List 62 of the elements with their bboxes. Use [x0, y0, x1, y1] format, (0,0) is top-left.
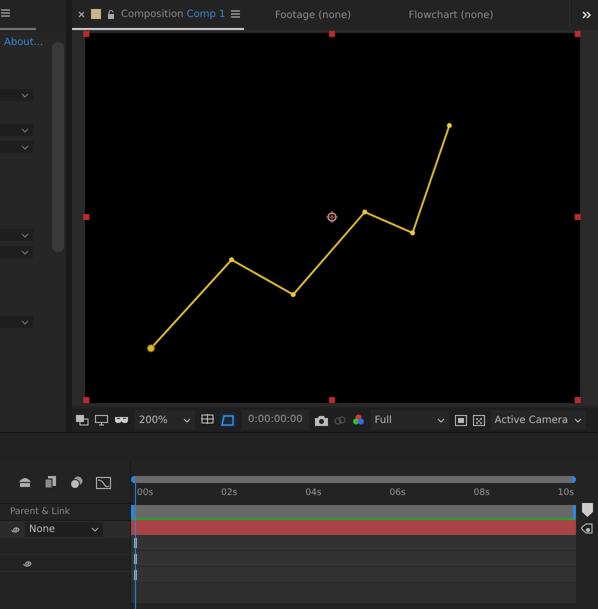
- region-icon[interactable]: [454, 414, 467, 426]
- color-swatch-icon: [91, 9, 101, 19]
- chevron-down-icon: [21, 320, 29, 326]
- dropdown[interactable]: [0, 316, 33, 328]
- ruler-label: 10s: [558, 488, 574, 498]
- dropdown[interactable]: [0, 228, 33, 241]
- monitor-icon[interactable]: [95, 414, 108, 426]
- transform-handle[interactable]: [83, 397, 90, 403]
- camera-dropdown[interactable]: Active Camera: [490, 410, 586, 430]
- menu-icon[interactable]: [1, 9, 10, 17]
- close-icon[interactable]: [78, 10, 85, 18]
- ruler-label: 06s: [389, 488, 406, 498]
- transform-handle[interactable]: [329, 397, 335, 403]
- timecode-field[interactable]: 0:00:00:00: [242, 410, 309, 430]
- ruler-label: 00s: [137, 488, 154, 498]
- transparency-grid-icon[interactable]: [472, 414, 485, 426]
- chevron-down-icon: [436, 418, 445, 422]
- transform-handle[interactable]: [574, 397, 581, 403]
- camera-icon[interactable]: [314, 414, 328, 426]
- menu-icon[interactable]: [231, 10, 240, 18]
- link-icon: [334, 414, 346, 426]
- parent-dropdown[interactable]: None: [25, 522, 103, 537]
- shy-icon[interactable]: [18, 476, 32, 488]
- dropdown[interactable]: [0, 124, 33, 136]
- mask-icon[interactable]: [220, 413, 236, 427]
- dropdown[interactable]: [0, 246, 33, 258]
- grid-icon[interactable]: [201, 414, 214, 426]
- zoom-dropdown[interactable]: 200%: [135, 410, 195, 430]
- resolution-dropdown[interactable]: Full: [370, 410, 449, 430]
- motion-blur-icon[interactable]: [69, 476, 84, 488]
- double-chevron-icon[interactable]: [582, 11, 592, 19]
- chevron-down-icon: [21, 232, 29, 238]
- about-link[interactable]: About...: [0, 32, 52, 51]
- panel-tab[interactable]: Flowchart (none): [382, 0, 520, 30]
- chevron-down-icon: [21, 128, 29, 133]
- ruler-label: 02s: [221, 488, 238, 498]
- layers-icon[interactable]: [76, 414, 89, 426]
- chevron-down-icon: [183, 418, 191, 422]
- color-channels-icon[interactable]: [352, 414, 365, 426]
- transform-handle[interactable]: [329, 31, 335, 37]
- comp-marker-icon[interactable]: [581, 523, 593, 534]
- dropdown[interactable]: [0, 141, 33, 154]
- chevron-down-icon: [91, 527, 99, 532]
- glasses-icon[interactable]: [114, 414, 129, 426]
- frame-blend-icon[interactable]: [44, 476, 57, 488]
- transform-handle[interactable]: [83, 214, 90, 220]
- ruler-label: 04s: [305, 488, 322, 498]
- transform-handle[interactable]: [574, 214, 581, 220]
- chevron-down-icon: [21, 250, 29, 256]
- chevron-down-icon: [574, 418, 582, 422]
- transform-handle[interactable]: [574, 31, 581, 37]
- lock-icon[interactable]: [107, 10, 115, 18]
- transform-handle[interactable]: [83, 31, 90, 37]
- marker-icon[interactable]: [582, 503, 592, 517]
- chevron-down-icon: [21, 145, 29, 150]
- column-header[interactable]: Parent & Link: [10, 507, 70, 517]
- anchor-point-icon[interactable]: [326, 210, 338, 224]
- chevron-down-icon: [21, 92, 29, 98]
- graph-editor-icon[interactable]: [96, 476, 111, 488]
- dropdown[interactable]: [0, 88, 33, 101]
- panel-tab[interactable]: Footage (none): [244, 0, 382, 30]
- ruler-label: 08s: [474, 488, 490, 498]
